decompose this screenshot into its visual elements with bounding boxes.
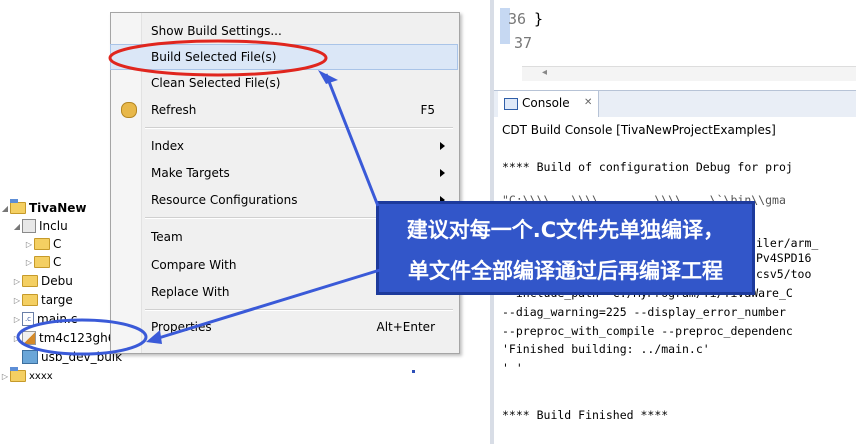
blue-highlight-ellipse — [16, 318, 148, 356]
red-highlight-ellipse — [108, 39, 328, 77]
stray-dot — [412, 370, 415, 373]
arrow-to-main-file — [151, 268, 381, 342]
arrowhead-build-icon — [318, 70, 338, 84]
arrow-to-build-item — [324, 73, 380, 207]
annotation-marks — [16, 39, 415, 373]
arrowhead-main-icon — [146, 330, 162, 344]
